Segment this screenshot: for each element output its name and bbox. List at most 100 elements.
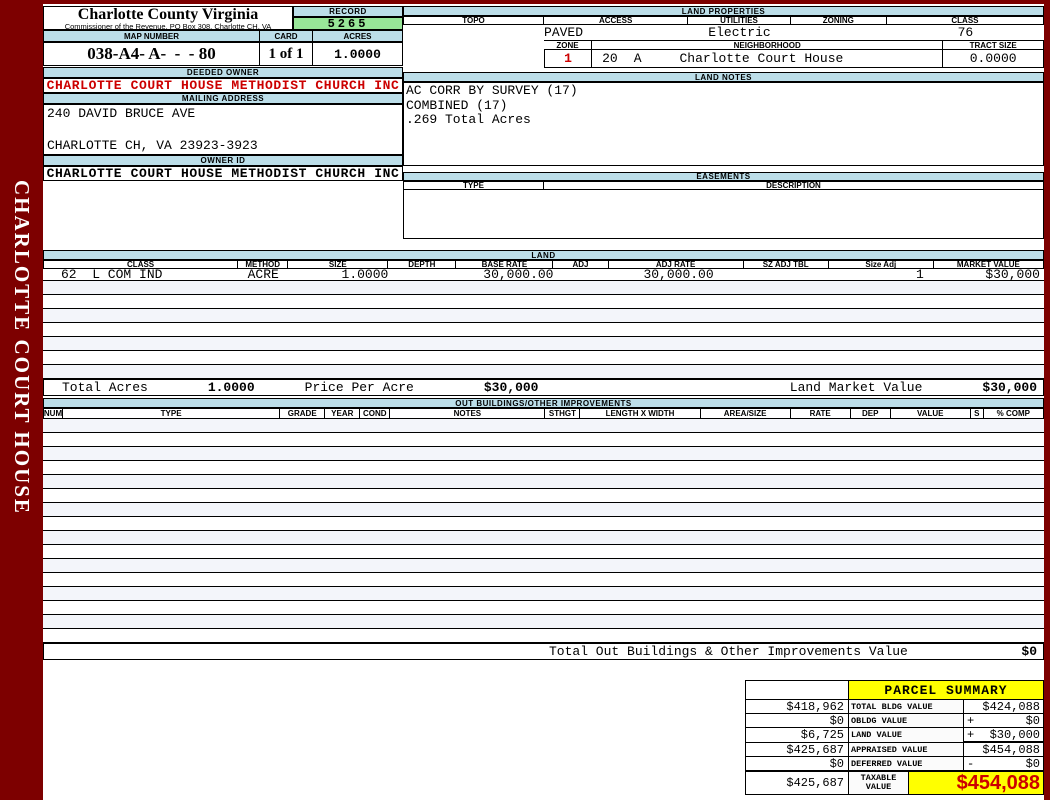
land-properties-title: LAND PROPERTIES	[403, 6, 1044, 16]
ob-total-value: $0	[1021, 644, 1037, 659]
mailing-address-box: 240 DAVID BRUCE AVE CHARLOTTE CH, VA 239…	[43, 104, 403, 155]
out-buildings-total-row: Total Out Buildings & Other Improvements…	[43, 643, 1044, 660]
zone-value: 1	[544, 50, 593, 68]
access-value: PAVED	[544, 25, 584, 40]
ps-prior-header-cell	[745, 680, 849, 700]
record-label: RECORD	[293, 6, 403, 17]
ps-label-taxable: TAXABLE VALUE	[849, 772, 909, 795]
out-buildings-headers: NUM TYPE GRADE YEAR COND NOTES STHGT LEN…	[43, 408, 1044, 419]
left-frame: CHARLOTTE COURT HOUSE	[0, 0, 43, 800]
empty-table-row	[43, 461, 1044, 475]
ps-row-land: $6,725 LAND VALUE + $30,000	[745, 728, 1044, 743]
empty-table-row	[43, 447, 1044, 461]
empty-table-row	[43, 489, 1044, 503]
ob-col-area-size: AREA/SIZE	[700, 408, 791, 419]
acres-value: 1.0000	[313, 42, 403, 66]
neighborhood-code: 20	[602, 51, 618, 66]
easement-type-label: TYPE	[403, 181, 545, 190]
ps-amount-land: $30,000	[989, 727, 1040, 742]
easement-description-label: DESCRIPTION	[544, 181, 1044, 190]
ob-col-rate: RATE	[790, 408, 851, 419]
land-note-line: .269 Total Acres	[406, 112, 531, 127]
land-properties-values: PAVED Electric 76	[403, 25, 1044, 40]
land-table-row: 62 L COM IND ACRE 1.0000 30,000.00 30,00…	[43, 267, 1044, 282]
land-row-class: 62 L COM IND	[61, 267, 163, 282]
ob-col-cond: COND	[360, 408, 391, 419]
ob-col-dep: DEP	[850, 408, 891, 419]
land-row-base-rate: 30,000.00	[483, 267, 554, 282]
zoning-value	[791, 25, 887, 40]
ps-prior-total-bldg: $418,962	[745, 700, 849, 714]
ps-prior-taxable: $425,687	[745, 772, 849, 795]
map-card-acres-values: 038-A4- A- - - 80 1 of 1 1.0000	[43, 42, 403, 66]
ps-amount-deferred: $0	[1025, 756, 1040, 771]
ps-prior-deferred: $0	[745, 757, 849, 771]
empty-table-row	[43, 475, 1044, 489]
map-number-value: 038-A4- A- - - 80	[43, 42, 260, 66]
deeded-owner-label: DEEDED OWNER	[43, 67, 403, 78]
ps-row-appraised: $425,687 APPRAISED VALUE $454,088	[745, 743, 1044, 757]
ps-label-land: LAND VALUE	[849, 728, 964, 743]
land-notes-title: LAND NOTES	[403, 72, 1044, 82]
out-buildings-empty-rows	[43, 419, 1044, 643]
out-buildings-title: OUT BUILDINGS/OTHER IMPROVEMENTS	[43, 398, 1044, 408]
topo-label: TOPO	[403, 16, 545, 25]
zone-values: 1 20 A Charlotte Court House 0.0000	[403, 50, 1044, 68]
ps-amount-obldg: $0	[1025, 713, 1040, 728]
land-row-method: ACRE	[247, 267, 279, 282]
zoning-label: ZONING	[790, 16, 887, 25]
ob-col-notes: NOTES	[390, 408, 546, 419]
county-header: Charlotte County Virginia Commissioner o…	[43, 6, 293, 30]
ps-row-obldg: $0 OBLDG VALUE + $0	[745, 714, 1044, 728]
ps-label-total-bldg: TOTAL BLDG VALUE	[849, 700, 964, 714]
ps-prior-land: $6,725	[745, 728, 849, 743]
ob-col-s: S	[970, 408, 984, 419]
zone-label: ZONE	[544, 40, 593, 50]
ps-row-deferred: $0 DEFERRED VALUE - $0	[745, 757, 1044, 771]
ob-col-value: VALUE	[890, 408, 971, 419]
easements-headers: TYPE DESCRIPTION	[403, 181, 1044, 190]
total-acres-label: Total Acres	[62, 380, 148, 395]
ps-sign: +	[967, 727, 975, 742]
ps-prior-appraised: $425,687	[745, 743, 849, 757]
empty-table-row	[43, 573, 1044, 587]
empty-table-row	[43, 351, 1044, 365]
county-title: Charlotte County Virginia	[77, 6, 259, 23]
land-col-depth: DEPTH	[388, 260, 457, 269]
land-properties-headers: TOPO ACCESS UTILITIES ZONING CLASS	[403, 16, 1044, 25]
price-per-acre-label: Price Per Acre	[304, 380, 414, 395]
neighborhood-label: NEIGHBORHOOD	[592, 40, 944, 50]
land-totals-row: Total Acres 1.0000 Price Per Acre $30,00…	[43, 379, 1044, 396]
land-section-title: LAND	[43, 250, 1044, 260]
tract-size-value: 0.0000	[943, 50, 1044, 68]
access-label: ACCESS	[544, 16, 689, 25]
land-table-empty-rows	[43, 281, 1044, 379]
zone-spacer	[403, 40, 544, 50]
ps-taxable-line2: VALUE	[865, 782, 892, 792]
sidebar-county-name: CHARLOTTE COURT HOUSE	[10, 180, 34, 515]
neighborhood-value: 20 A Charlotte Court House	[592, 50, 944, 68]
ps-amount-appraised: $454,088	[982, 742, 1040, 757]
map-number-label: MAP NUMBER	[43, 30, 260, 42]
ps-sign: +	[967, 713, 975, 728]
land-row-adj-rate: 30,000.00	[643, 267, 714, 282]
price-per-acre-value: $30,000	[483, 380, 539, 395]
land-row-market-value: $30,000	[985, 267, 1040, 282]
owner-id-label: OWNER ID	[43, 155, 403, 166]
ps-label-appraised: APPRAISED VALUE	[849, 743, 964, 757]
empty-table-row	[43, 295, 1044, 309]
land-market-value-label: Land Market Value	[789, 380, 923, 395]
empty-table-row	[43, 531, 1044, 545]
parcel-summary: PARCEL SUMMARY $418,962 TOTAL BLDG VALUE…	[745, 680, 1044, 795]
land-note-line: COMBINED (17)	[406, 97, 508, 113]
utilities-label: UTILITIES	[688, 16, 791, 25]
ps-prior-obldg: $0	[745, 714, 849, 728]
mailing-address-label: MAILING ADDRESS	[43, 93, 403, 104]
empty-table-row	[43, 337, 1044, 351]
record-card: Charlotte County Virginia Commissioner o…	[43, 4, 1044, 800]
ob-col-num: NUM	[43, 408, 64, 419]
land-market-value: $30,000	[982, 380, 1037, 395]
class-label: CLASS	[886, 16, 1044, 25]
ob-col-year: YEAR	[325, 408, 361, 419]
ob-col-length-width: LENGTH X WIDTH	[580, 408, 701, 419]
